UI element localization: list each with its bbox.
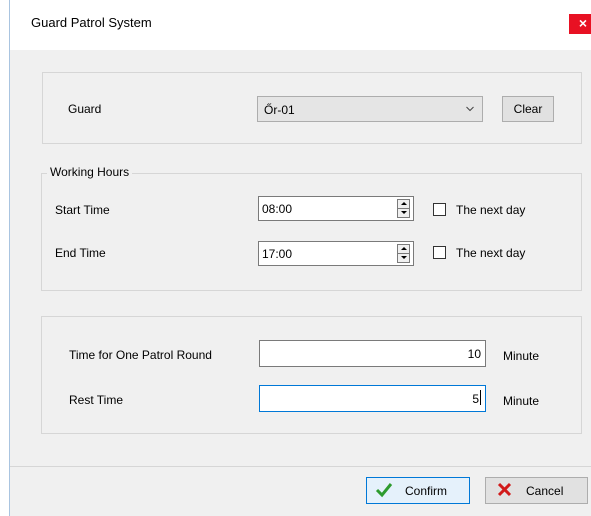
arrow-down-icon (401, 211, 407, 214)
working-hours-group-label: Working Hours (47, 165, 133, 179)
end-next-day-label[interactable]: The next day (456, 246, 525, 260)
start-time-label: Start Time (55, 203, 110, 217)
end-time-label: End Time (55, 246, 106, 260)
start-next-day-checkbox[interactable] (433, 203, 446, 216)
confirm-button-label: Confirm (405, 484, 448, 498)
end-time-spinner[interactable] (397, 244, 410, 263)
rest-time-value: 5 (472, 392, 479, 406)
text-caret (480, 390, 481, 405)
patrol-round-label: Time for One Patrol Round (69, 348, 212, 362)
arrow-up-icon (401, 202, 407, 205)
end-time-up-arrow[interactable] (398, 245, 409, 254)
rest-time-input[interactable]: 5 (259, 385, 486, 412)
start-next-day-label[interactable]: The next day (456, 203, 525, 217)
close-icon: × (578, 15, 588, 31)
x-icon (497, 482, 512, 497)
clear-button[interactable]: Clear (502, 96, 554, 122)
cancel-button[interactable]: Cancel (485, 477, 588, 504)
start-time-spinner[interactable] (397, 199, 410, 218)
start-time-down-arrow[interactable] (398, 209, 409, 217)
patrol-round-input[interactable]: 10 (259, 340, 486, 367)
start-time-value: 08:00 (262, 202, 293, 216)
rest-time-unit: Minute (503, 394, 540, 408)
title-bar[interactable]: Guard Patrol System × (10, 0, 591, 50)
guard-panel: Guard Őr-01 Clear (42, 72, 582, 144)
guard-select-value: Őr-01 (264, 103, 295, 117)
close-button[interactable]: × (569, 14, 591, 34)
dialog-window: Guard Patrol System × Guard Őr-01 Clear … (0, 0, 591, 516)
chevron-down-icon (466, 106, 474, 112)
cancel-button-label: Cancel (526, 484, 564, 498)
end-time-value: 17:00 (262, 247, 293, 261)
check-icon (375, 483, 393, 498)
end-time-down-arrow[interactable] (398, 254, 409, 262)
dialog-body: Guard Őr-01 Clear Start Time 08:00 The n… (10, 50, 591, 466)
rest-time-label: Rest Time (69, 393, 124, 407)
arrow-down-icon (401, 256, 407, 259)
start-time-up-arrow[interactable] (398, 200, 409, 209)
clear-button-label: Clear (513, 102, 543, 116)
confirm-button[interactable]: Confirm (366, 477, 470, 504)
patrol-round-unit: Minute (503, 349, 540, 363)
dialog-footer: Confirm Cancel (10, 467, 591, 516)
end-next-day-checkbox[interactable] (433, 246, 446, 259)
patrol-round-value: 10 (467, 347, 481, 361)
window-title: Guard Patrol System (31, 15, 152, 30)
patrol-panel: Time for One Patrol Round 10 Minute Rest… (41, 316, 582, 434)
guard-label: Guard (68, 102, 102, 116)
arrow-up-icon (401, 247, 407, 250)
working-hours-group: Start Time 08:00 The next day End Time 1… (41, 173, 582, 291)
guard-select[interactable]: Őr-01 (257, 96, 483, 122)
end-time-input[interactable]: 17:00 (258, 241, 414, 266)
start-time-input[interactable]: 08:00 (258, 196, 414, 221)
